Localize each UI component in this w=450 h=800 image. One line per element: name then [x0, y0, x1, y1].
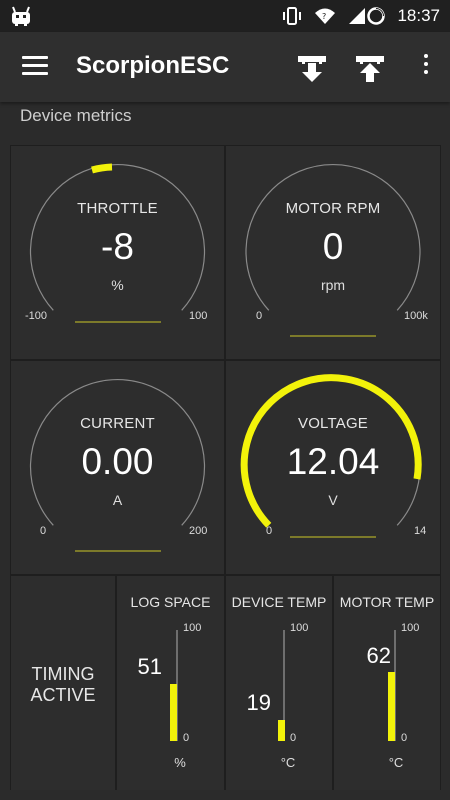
- timing-line-1: TIMING: [31, 664, 95, 684]
- gauge-title: VOLTAGE: [297, 415, 369, 432]
- bar-max-label: 100: [183, 622, 202, 634]
- timing-status-cell: TIMING ACTIVE: [11, 576, 115, 790]
- motor-temp-meter: MOTOR TEMP 62 100 0 °C: [334, 576, 440, 790]
- hamburger-menu-icon[interactable]: [22, 56, 48, 78]
- app-bar: ScorpionESC: [0, 32, 450, 102]
- gauge-value: 0: [322, 226, 344, 267]
- app-title: ScorpionESC: [76, 52, 230, 79]
- bar-fill: [170, 684, 177, 741]
- bar-min-label: 0: [183, 732, 190, 744]
- bar-unit: °C: [280, 755, 296, 770]
- bar-unit: %: [174, 755, 186, 770]
- gauge-underline: [75, 550, 161, 552]
- gauge-max-label: 14: [414, 525, 427, 537]
- bar-fill: [278, 720, 285, 741]
- gauge-underline: [75, 321, 161, 323]
- svg-text:?: ?: [322, 12, 326, 21]
- bar-value: 62: [366, 643, 391, 668]
- bar-value: 51: [137, 654, 162, 679]
- metrics-grid: THROTTLE -8 % -100 100 MOTOR RPM 0 rpm 0…: [10, 145, 441, 790]
- gauge-max-label: 100: [189, 310, 208, 322]
- bar-max-label: 100: [401, 622, 420, 634]
- voltage-gauge: VOLTAGE 12.04 V 0 14: [226, 361, 440, 574]
- android-notification-icon: [12, 6, 30, 26]
- gauge-max-label: 100k: [404, 310, 428, 322]
- bar-title: LOG SPACE: [130, 594, 211, 610]
- gauge-min-label: 0: [266, 525, 273, 537]
- gauge-title: CURRENT: [80, 415, 155, 432]
- status-time: 18:37: [397, 6, 440, 25]
- bar-min-label: 0: [290, 732, 297, 744]
- gauge-underline: [290, 536, 376, 538]
- bar-title: MOTOR TEMP: [339, 594, 435, 610]
- gauge-title: MOTOR RPM: [285, 200, 381, 217]
- gauge-value: -8: [101, 226, 134, 267]
- throttle-gauge: THROTTLE -8 % -100 100: [11, 146, 224, 359]
- bar-max-label: 100: [290, 622, 309, 634]
- gauge-unit: A: [112, 492, 123, 508]
- bar-unit: °C: [388, 755, 404, 770]
- download-button[interactable]: [292, 48, 332, 88]
- upload-button[interactable]: [350, 48, 390, 88]
- log-space-meter: LOG SPACE 51 100 0 %: [117, 576, 224, 790]
- download-icon: [298, 56, 326, 82]
- bar-value: 19: [246, 690, 271, 715]
- gauge-value: 0.00: [81, 441, 154, 482]
- gauge-unit: rpm: [320, 277, 346, 293]
- timing-line-2: ACTIVE: [30, 685, 96, 705]
- signal-icon: [349, 8, 365, 24]
- bar-title: DEVICE TEMP: [231, 594, 327, 610]
- gauge-unit: V: [328, 492, 338, 508]
- gauge-min-label: 0: [256, 310, 263, 322]
- gauge-unit: %: [111, 277, 124, 293]
- bar-fill: [388, 672, 395, 741]
- device-temp-meter: DEVICE TEMP 19 100 0 °C: [226, 576, 332, 790]
- gauge-title: THROTTLE: [77, 200, 158, 217]
- gauge-underline: [290, 335, 376, 337]
- status-bar: ? 18:37: [0, 0, 450, 32]
- current-gauge: CURRENT 0.00 A 0 200: [11, 361, 224, 574]
- gauge-min-label: -100: [25, 310, 48, 322]
- gauge-min-label: 0: [40, 525, 47, 537]
- section-label: Device metrics: [20, 106, 132, 125]
- timing-status: TIMING ACTIVE: [11, 664, 115, 706]
- vibrate-icon: [283, 7, 301, 25]
- battery-icon: [367, 7, 385, 25]
- wifi-icon: ?: [315, 8, 335, 24]
- gauge-max-label: 200: [189, 525, 208, 537]
- more-vert-icon[interactable]: [422, 54, 430, 80]
- gauge-value: 12.04: [286, 441, 380, 482]
- upload-icon: [356, 56, 384, 82]
- motor-rpm-gauge: MOTOR RPM 0 rpm 0 100k: [226, 146, 440, 359]
- bar-min-label: 0: [401, 732, 408, 744]
